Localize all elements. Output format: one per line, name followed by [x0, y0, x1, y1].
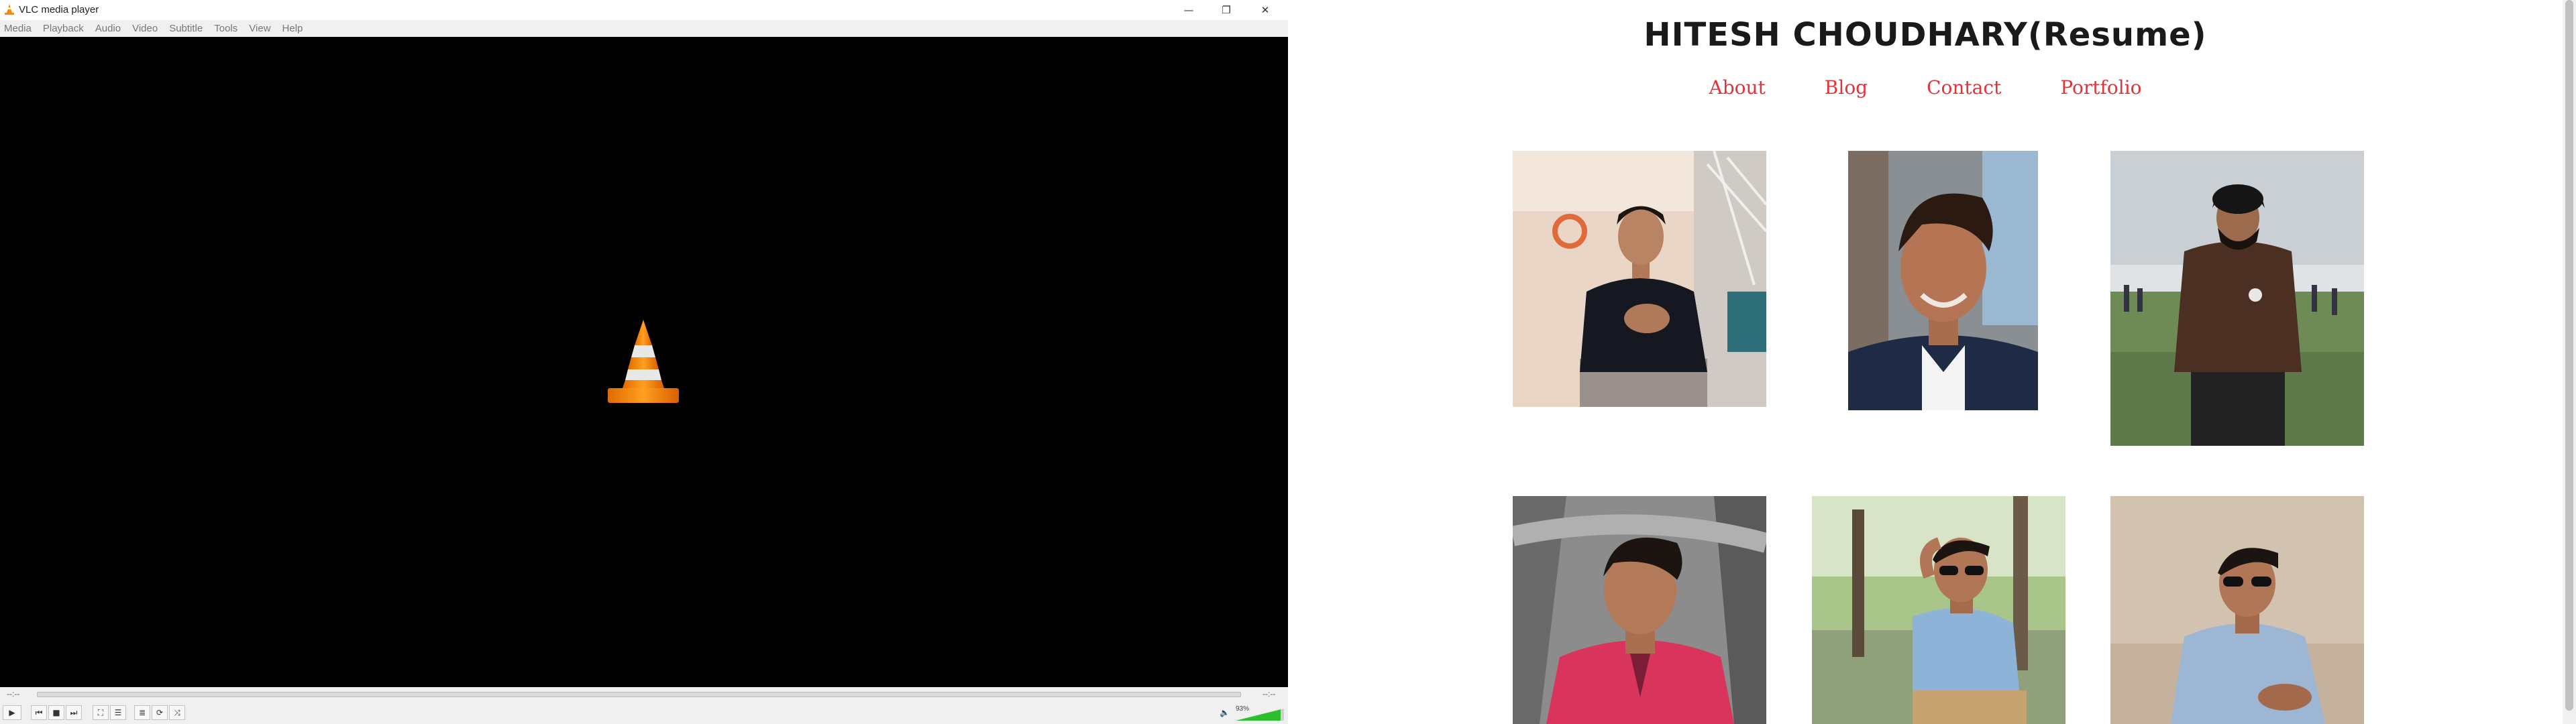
- gallery-photo[interactable]: [2110, 496, 2364, 724]
- menu-help[interactable]: Help: [282, 23, 303, 34]
- seek-bar-area: --:-- --:--: [0, 687, 1288, 702]
- next-button[interactable]: ⏭: [66, 705, 82, 720]
- menu-media[interactable]: Media: [4, 23, 32, 34]
- page-title: HITESH CHOUDHARY(Resume): [1644, 16, 2207, 54]
- playlist-button[interactable]: ≣: [134, 705, 150, 720]
- menu-bar: Media Playback Audio Video Subtitle Tool…: [0, 20, 1288, 36]
- remaining-time[interactable]: --:--: [1263, 689, 1275, 699]
- vlc-cone-icon: [608, 320, 679, 403]
- page-scrollbar[interactable]: [2563, 0, 2576, 724]
- speaker-icon[interactable]: 🔈: [1220, 708, 1230, 719]
- seek-slider[interactable]: [37, 692, 1241, 697]
- random-button[interactable]: ⤨: [169, 705, 185, 720]
- window-title: VLC media player: [19, 4, 99, 15]
- elapsed-time: --:--: [7, 689, 20, 699]
- vlc-cone-icon: [5, 4, 14, 15]
- vlc-titlebar[interactable]: VLC media player — ❐ ✕: [0, 0, 1288, 20]
- menu-playback[interactable]: Playback: [43, 23, 84, 34]
- site-navigation: About Blog Contact Portfolio: [1288, 76, 2563, 99]
- scrollbar-thumb[interactable]: [2565, 0, 2573, 711]
- gallery-photo[interactable]: [1513, 496, 1766, 724]
- nav-link-about[interactable]: About: [1709, 76, 1766, 99]
- menu-video[interactable]: Video: [132, 23, 158, 34]
- nav-link-contact[interactable]: Contact: [1927, 76, 2001, 99]
- volume-slider[interactable]: [1236, 706, 1284, 721]
- gallery-photo[interactable]: [1848, 151, 2038, 410]
- minimize-button[interactable]: —: [1170, 0, 1208, 20]
- vlc-window: VLC media player — ❐ ✕ Media Playback Au…: [0, 0, 1288, 724]
- menu-subtitle[interactable]: Subtitle: [169, 23, 203, 34]
- menu-tools[interactable]: Tools: [214, 23, 237, 34]
- gallery-photo[interactable]: [1513, 151, 1766, 407]
- close-button[interactable]: ✕: [1246, 0, 1284, 20]
- extended-settings-button[interactable]: ☰: [110, 705, 126, 720]
- resume-page: HITESH CHOUDHARY(Resume) About Blog Cont…: [1288, 0, 2576, 724]
- play-button[interactable]: ▶: [3, 705, 21, 720]
- maximize-button[interactable]: ❐: [1208, 0, 1245, 20]
- gallery-photo[interactable]: [2110, 151, 2364, 446]
- volume-level-fill: [1236, 709, 1281, 721]
- gallery-photo[interactable]: [1812, 496, 2065, 724]
- fullscreen-button[interactable]: ⛶: [93, 705, 109, 720]
- loop-button[interactable]: ⟳: [152, 705, 168, 720]
- stop-button[interactable]: ■: [48, 705, 64, 720]
- menu-audio[interactable]: Audio: [95, 23, 121, 34]
- video-area[interactable]: [0, 37, 1288, 687]
- previous-button[interactable]: ⏮: [31, 705, 47, 720]
- nav-link-portfolio[interactable]: Portfolio: [2060, 76, 2141, 99]
- menu-view[interactable]: View: [249, 23, 270, 34]
- nav-link-blog[interactable]: Blog: [1825, 76, 1868, 99]
- control-bar: ▶ ⏮ ■ ⏭ ⛶ ☰ ≣ ⟳ ⤨ 🔈 93%: [0, 702, 1288, 724]
